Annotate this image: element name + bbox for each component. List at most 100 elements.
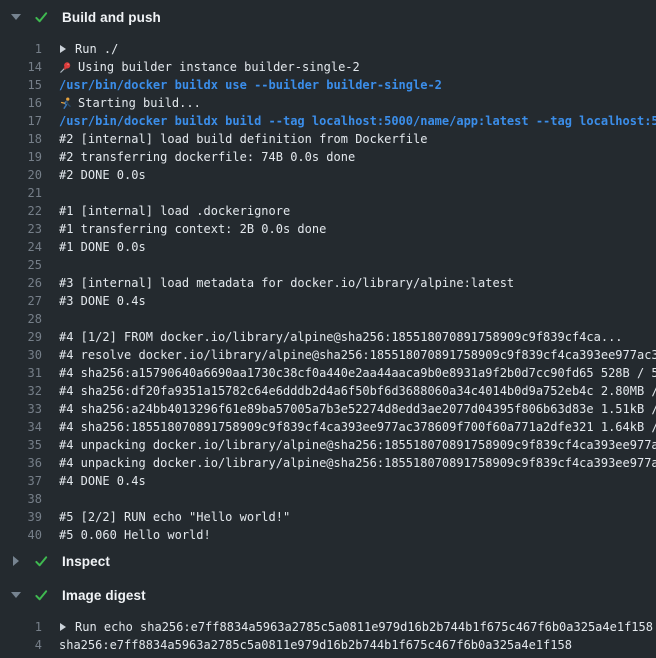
- check-icon: [34, 554, 49, 569]
- line-number[interactable]: 40: [0, 526, 42, 544]
- log-text: Run ./: [75, 40, 118, 58]
- log-line: 35 #4 unpacking docker.io/library/alpine@…: [0, 436, 656, 454]
- line-number[interactable]: 18: [0, 130, 42, 148]
- log-text: /usr/bin/docker buildx build --tag local…: [59, 112, 656, 130]
- pushpin-icon: [59, 61, 72, 74]
- chevron-shape: [11, 592, 21, 598]
- play-icon[interactable]: [60, 623, 66, 631]
- line-number[interactable]: 1: [0, 40, 42, 58]
- log-line: 29 #4 [1/2] FROM docker.io/library/alpine…: [0, 328, 656, 346]
- line-number[interactable]: 23: [0, 220, 42, 238]
- log-line: 26 #3 [internal] load metadata for docker…: [0, 274, 656, 292]
- line-number[interactable]: 19: [0, 148, 42, 166]
- log-section: Build and push 1 Run ./ 14 Using builder ins…: [0, 0, 656, 544]
- section-header[interactable]: Image digest: [0, 578, 656, 612]
- line-number[interactable]: 20: [0, 166, 42, 184]
- log-text: Using builder instance builder-single-2: [78, 58, 360, 76]
- line-number[interactable]: 24: [0, 238, 42, 256]
- line-number[interactable]: 15: [0, 76, 42, 94]
- line-number[interactable]: 21: [0, 184, 42, 202]
- check-icon: [34, 588, 49, 603]
- log-line-text: #4 sha256:a15790640a6690aa1730c38cf0a440…: [59, 364, 656, 382]
- log-text: #5 [2/2] RUN echo "Hello world!": [59, 508, 290, 526]
- log-line: 30 #4 resolve docker.io/library/alpine@sh…: [0, 346, 656, 364]
- line-number[interactable]: 36: [0, 454, 42, 472]
- log-text: sha256:e7ff8834a5963a2785c5a0811e979d16b…: [59, 636, 572, 654]
- section-header[interactable]: Build and push: [0, 0, 656, 34]
- section-title: Inspect: [62, 554, 110, 569]
- log-text: #4 sha256:df20fa9351a15782c64e6dddb2d4a6…: [59, 382, 656, 400]
- log-line: 20 #2 DONE 0.0s: [0, 166, 656, 184]
- log-line: 15/usr/bin/docker buildx use --builder b…: [0, 76, 656, 94]
- log-text: #3 DONE 0.4s: [59, 292, 146, 310]
- log-line: 37 #4 DONE 0.4s: [0, 472, 656, 490]
- section-title: Build and push: [62, 10, 161, 25]
- log-text: #4 resolve docker.io/library/alpine@sha2…: [59, 346, 656, 364]
- log-text: #2 DONE 0.0s: [59, 166, 146, 184]
- chevron-down-icon[interactable]: [11, 592, 21, 598]
- log-line: 19 #2 transferring dockerfile: 74B 0.0s d…: [0, 148, 656, 166]
- line-number[interactable]: 17: [0, 112, 42, 130]
- log-line: 16Starting build...: [0, 94, 656, 112]
- line-number[interactable]: 31: [0, 364, 42, 382]
- log-line-text[interactable]: Run ./: [59, 40, 656, 58]
- line-number[interactable]: 39: [0, 508, 42, 526]
- chevron-right-icon[interactable]: [11, 556, 21, 566]
- log-text: #1 transferring context: 2B 0.0s done: [59, 220, 326, 238]
- line-number[interactable]: 29: [0, 328, 42, 346]
- log-line: 18 #2 [internal] load build definition fr…: [0, 130, 656, 148]
- log-line: 1 Run ./: [0, 40, 656, 58]
- section-log-body: 1 Run echo sha256:e7ff8834a5963a2785c5a08…: [0, 612, 656, 654]
- log-line-text: #1 [internal] load .dockerignore: [59, 202, 656, 220]
- log-text: #2 [internal] load build definition from…: [59, 130, 427, 148]
- log-line-text: #3 [internal] load metadata for docker.i…: [59, 274, 656, 292]
- log-line: 27 #3 DONE 0.4s: [0, 292, 656, 310]
- log-text: #4 sha256:a24bb4013296f61e89ba57005a7b3e…: [59, 400, 656, 418]
- line-number[interactable]: 25: [0, 256, 42, 274]
- line-number[interactable]: 34: [0, 418, 42, 436]
- line-number[interactable]: 1: [0, 618, 42, 636]
- log-line-text: #4 unpacking docker.io/library/alpine@sh…: [59, 436, 656, 454]
- command-line-text: /usr/bin/docker buildx build --tag local…: [59, 112, 656, 130]
- chevron-down-icon[interactable]: [11, 14, 21, 20]
- line-number[interactable]: 27: [0, 292, 42, 310]
- log-line-text: #4 sha256:a24bb4013296f61e89ba57005a7b3e…: [59, 400, 656, 418]
- log-line-text: #3 DONE 0.4s: [59, 292, 656, 310]
- log-text: #4 unpacking docker.io/library/alpine@sh…: [59, 436, 656, 454]
- log-line: 1 Run echo sha256:e7ff8834a5963a2785c5a08…: [0, 618, 656, 636]
- line-number[interactable]: 33: [0, 400, 42, 418]
- section-header[interactable]: Inspect: [0, 544, 656, 578]
- log-line: 14 Using builder instance builder-single-…: [0, 58, 656, 76]
- log-line: 34 #4 sha256:185518070891758909c9f839cf4c…: [0, 418, 656, 436]
- line-number[interactable]: 26: [0, 274, 42, 292]
- log-line-text: #1 DONE 0.0s: [59, 238, 656, 256]
- line-number[interactable]: 14: [0, 58, 42, 76]
- line-number[interactable]: 30: [0, 346, 42, 364]
- log-line: 38: [0, 490, 656, 508]
- log-line: 24 #1 DONE 0.0s: [0, 238, 656, 256]
- line-number[interactable]: 28: [0, 310, 42, 328]
- log-line-text: #4 [1/2] FROM docker.io/library/alpine@s…: [59, 328, 656, 346]
- line-number[interactable]: 4: [0, 636, 42, 654]
- play-icon[interactable]: [60, 45, 66, 53]
- log-line-text[interactable]: Run echo sha256:e7ff8834a5963a2785c5a081…: [59, 618, 656, 636]
- log-line: 32 #4 sha256:df20fa9351a15782c64e6dddb2d4…: [0, 382, 656, 400]
- log-line: 40#5 0.060 Hello world!: [0, 526, 656, 544]
- line-number[interactable]: 16: [0, 94, 42, 112]
- log-line-text: #2 transferring dockerfile: 74B 0.0s don…: [59, 148, 656, 166]
- line-number[interactable]: 38: [0, 490, 42, 508]
- line-number[interactable]: 35: [0, 436, 42, 454]
- runner-icon: [59, 97, 72, 110]
- log-text: #4 [1/2] FROM docker.io/library/alpine@s…: [59, 328, 623, 346]
- log-line-text: #1 transferring context: 2B 0.0s done: [59, 220, 656, 238]
- line-number[interactable]: 32: [0, 382, 42, 400]
- log-line: 21: [0, 184, 656, 202]
- line-number[interactable]: 22: [0, 202, 42, 220]
- log-text: #4 DONE 0.4s: [59, 472, 146, 490]
- line-number[interactable]: 37: [0, 472, 42, 490]
- log-text: #4 sha256:185518070891758909c9f839cf4ca3…: [59, 418, 656, 436]
- log-line: 28: [0, 310, 656, 328]
- log-line-text: #5 [2/2] RUN echo "Hello world!": [59, 508, 656, 526]
- chevron-shape: [13, 556, 19, 566]
- log-line: 31 #4 sha256:a15790640a6690aa1730c38cf0a4…: [0, 364, 656, 382]
